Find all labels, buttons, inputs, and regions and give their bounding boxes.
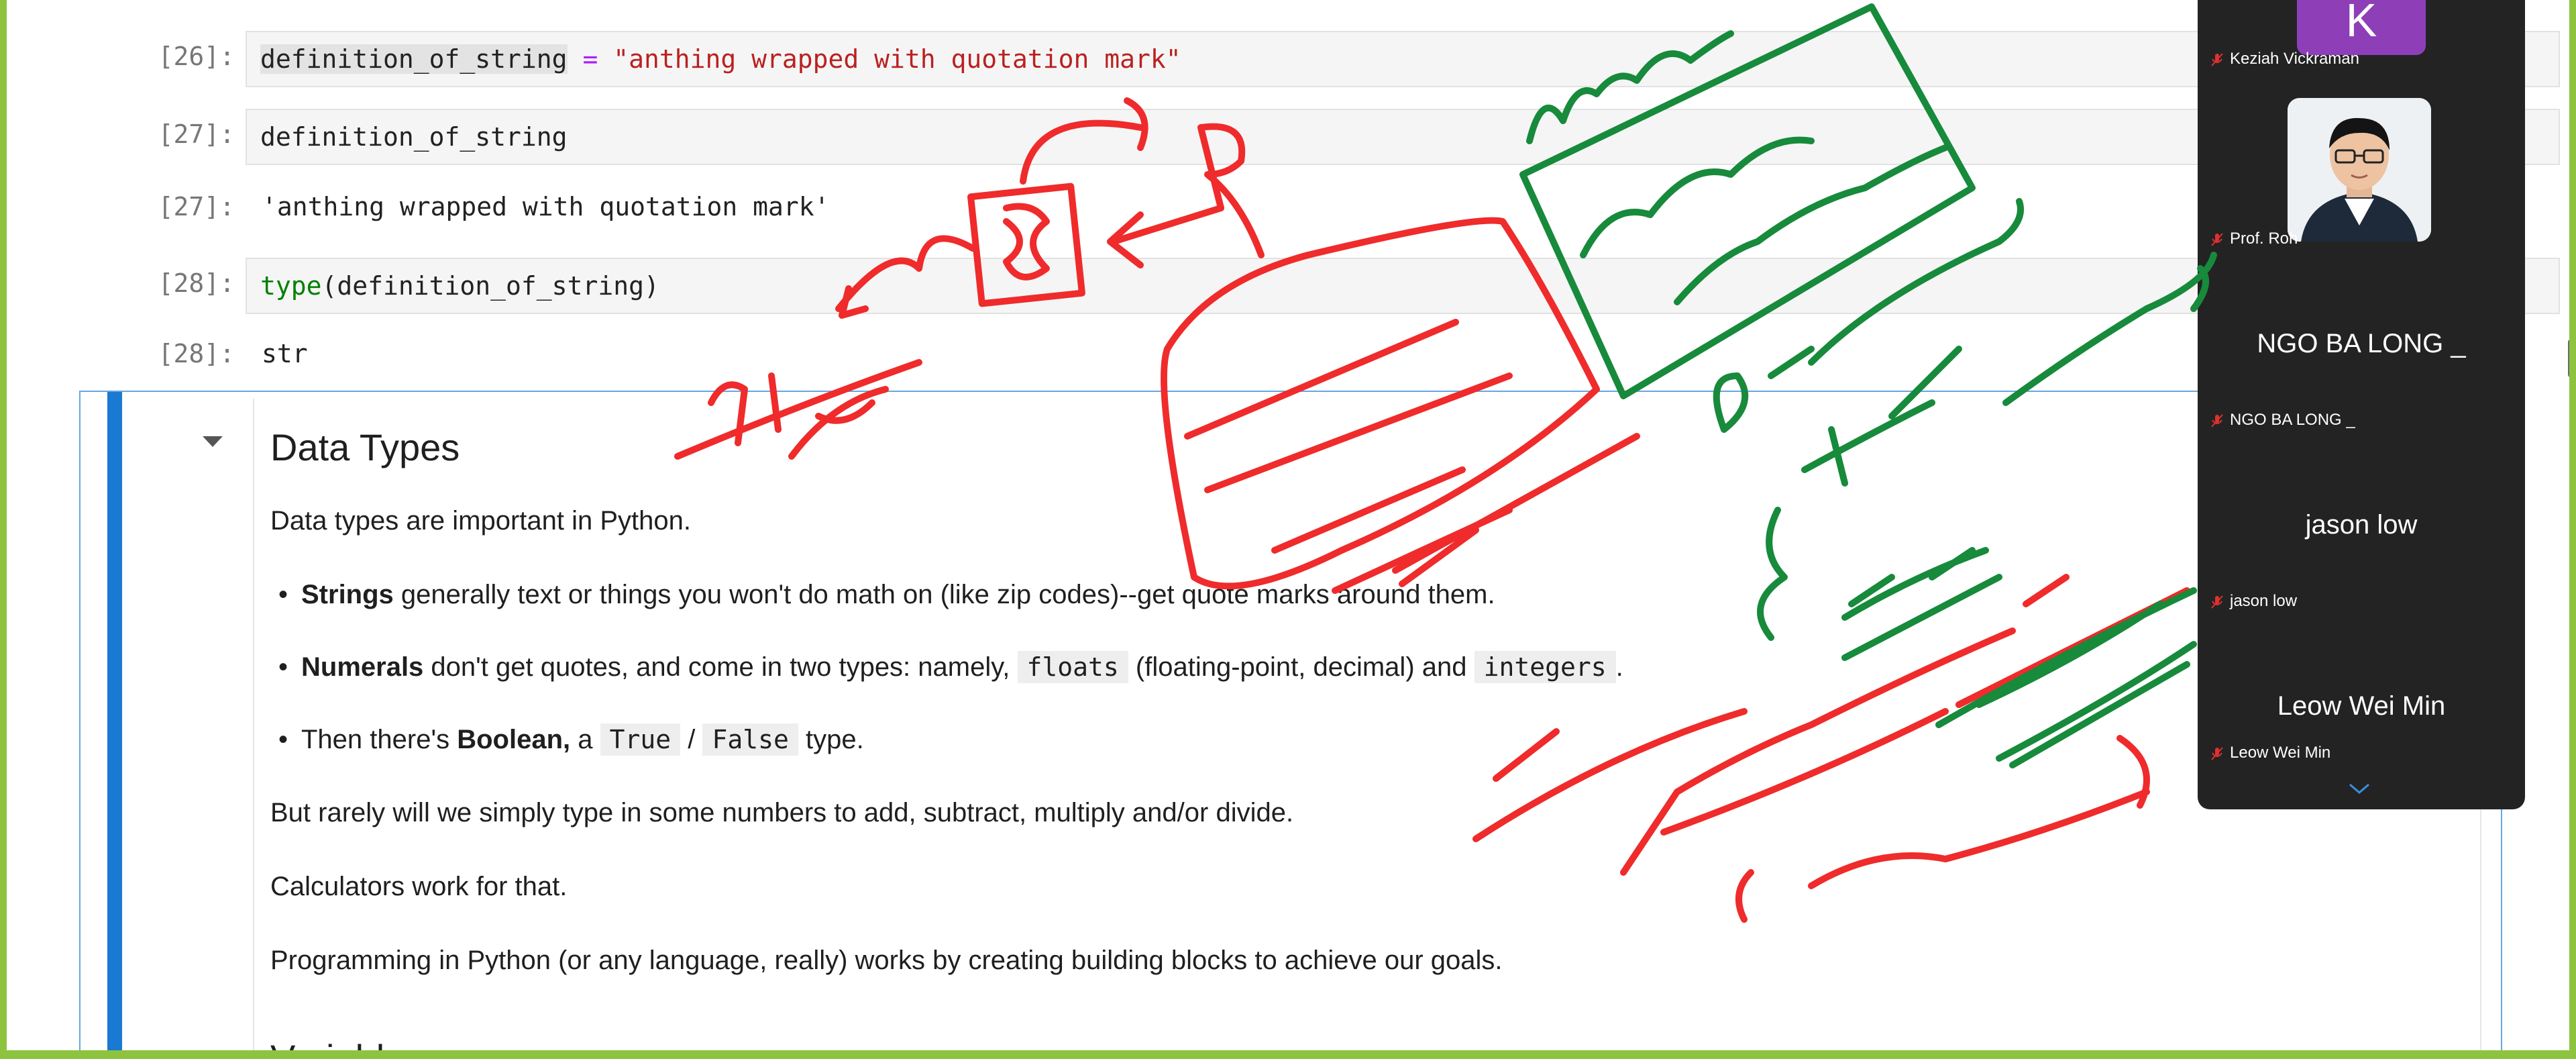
markdown-cell-selected[interactable]: Data Types Data types are important in P… [79, 391, 2502, 1050]
inline-code: False [702, 723, 798, 756]
participant-display-name: Leow Wei Min [2277, 691, 2446, 721]
cell-prompt: [28]: [158, 268, 235, 298]
list-item: Then there's Boolean, a True / False typ… [278, 723, 864, 756]
person-photo-icon [2288, 98, 2431, 242]
participants-panel: K Keziah Vickraman Prof. Roh NGO BA LONG… [2198, 0, 2525, 809]
code-string: "anthing wrapped with quotation mark" [613, 44, 1181, 74]
participant-tile[interactable]: NGO BA LONG _ NGO BA LONG _ [2198, 262, 2525, 443]
video-thumbnail [2288, 98, 2431, 242]
participant-tile[interactable]: jason low jason low [2198, 443, 2525, 624]
participant-tile[interactable]: Prof. Roh [2198, 81, 2525, 262]
markdown-content: Data Types Data types are important in P… [253, 399, 2481, 1050]
section-heading: Data Types [270, 426, 460, 468]
cell-output: str [262, 339, 308, 368]
paragraph: But rarely will we simply type in some n… [270, 798, 1294, 827]
paragraph: Calculators work for that. [270, 872, 568, 901]
participant-name: Keziah Vickraman [2230, 50, 2359, 68]
avatar: K [2297, 0, 2426, 55]
list-item: Numerals don't get quotes, and come in t… [278, 651, 1623, 683]
inline-code: True [600, 723, 681, 756]
cell-selection-bar [107, 392, 122, 1050]
code-builtin: type [260, 271, 322, 301]
code-text: (definition_of_string) [321, 271, 659, 301]
muted-mic-icon [2211, 232, 2223, 246]
code-operator: = [567, 44, 614, 74]
section-heading: Variables [270, 1036, 424, 1050]
notebook-window: [26]: definition_of_string = "anthing wr… [7, 0, 2569, 1050]
muted-mic-icon [2211, 746, 2223, 760]
list-item: Strings generally text or things you won… [278, 580, 1495, 610]
participant-name: jason low [2230, 592, 2298, 610]
participant-display-name: jason low [2305, 510, 2418, 540]
code-text: definition_of_string [260, 122, 568, 152]
inline-code: integers [1474, 651, 1616, 683]
muted-mic-icon [2211, 413, 2223, 427]
code-variable: definition_of_string [260, 44, 568, 74]
participant-name: NGO BA LONG _ [2230, 411, 2355, 429]
collapse-caret-icon[interactable] [203, 436, 223, 447]
muted-mic-icon [2211, 52, 2223, 66]
cell-output: 'anthing wrapped with quotation mark' [262, 192, 830, 221]
cell-prompt: [27]: [158, 119, 235, 149]
participant-name: Prof. Roh [2230, 230, 2298, 248]
participant-display-name: NGO BA LONG _ [2257, 329, 2466, 358]
participant-tile[interactable]: K Keziah Vickraman [2198, 0, 2525, 81]
participant-name: Leow Wei Min [2230, 744, 2331, 762]
paragraph: Programming in Python (or any language, … [270, 946, 1503, 975]
participant-tile[interactable]: Leow Wei Min Leow Wei Min [2198, 624, 2525, 805]
muted-mic-icon [2211, 595, 2223, 609]
cell-prompt: [26]: [158, 42, 235, 71]
output-prompt: [28]: [158, 339, 235, 368]
inline-code: floats [1017, 651, 1128, 683]
chevron-down-icon[interactable] [2348, 782, 2371, 795]
output-prompt: [27]: [158, 192, 235, 221]
paragraph: Data types are important in Python. [270, 506, 691, 536]
scrollbar-thumb[interactable] [2568, 339, 2569, 378]
